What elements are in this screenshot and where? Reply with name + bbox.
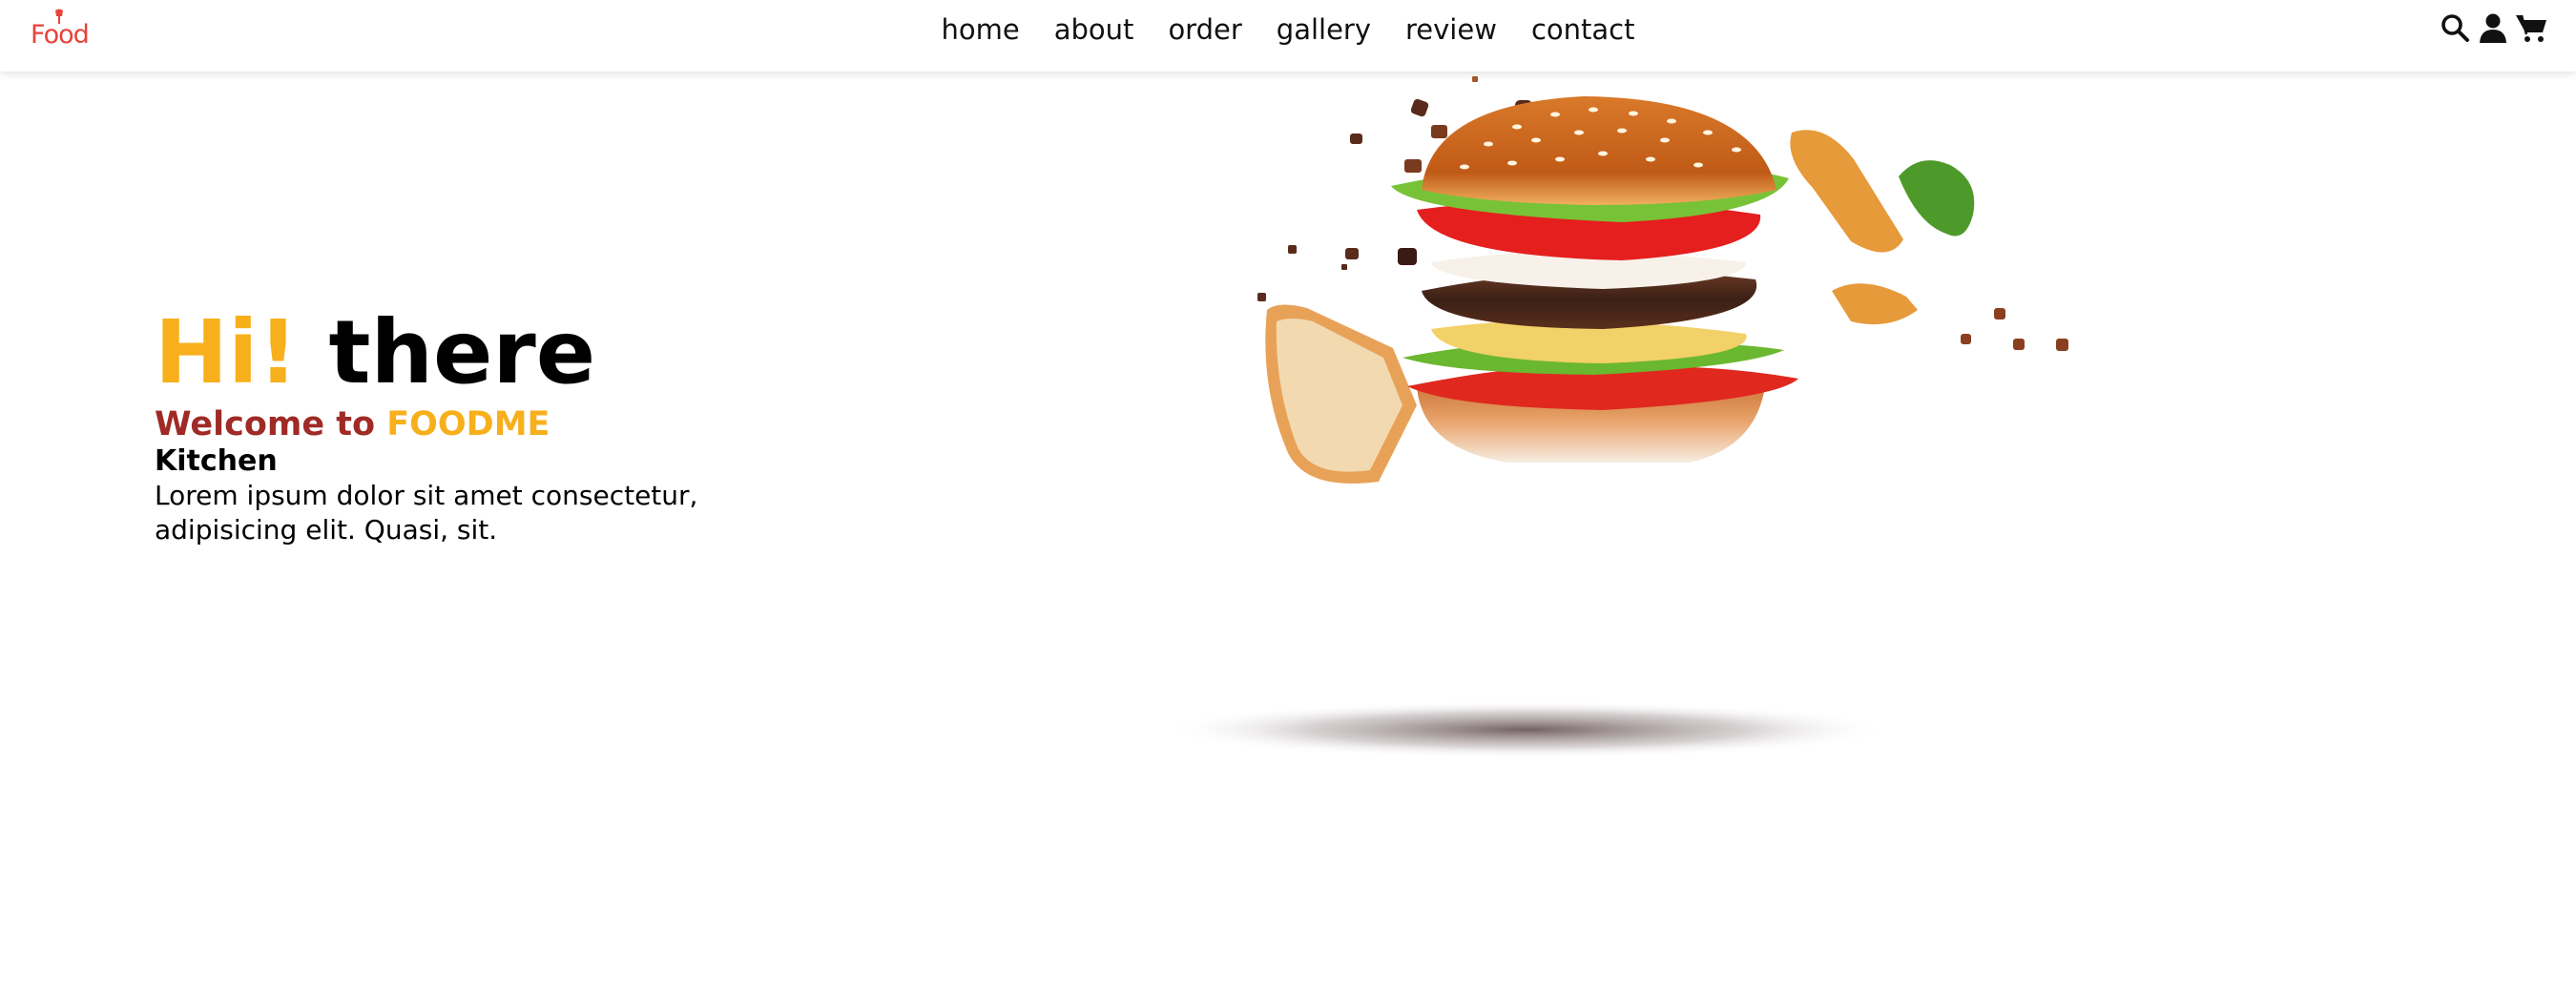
- hero-section: Hi! there Welcome to FOODME Kitchen Lore…: [155, 303, 822, 547]
- welcome-line: Welcome to FOODME: [155, 404, 822, 444]
- nav-gallery[interactable]: gallery: [1277, 13, 1371, 46]
- welcome-prefix: Welcome to: [155, 405, 376, 443]
- hero-title-highlight: Hi!: [155, 301, 299, 403]
- logo[interactable]: Food: [31, 7, 95, 54]
- burger-image: [1088, 72, 2099, 777]
- header-icons: [2439, 11, 2547, 44]
- nav-review[interactable]: review: [1405, 13, 1497, 46]
- search-icon[interactable]: [2439, 11, 2471, 44]
- cart-icon[interactable]: [2515, 11, 2547, 44]
- nav-about[interactable]: about: [1054, 13, 1134, 46]
- hero-description: Lorem ipsum dolor sit amet consectetur, …: [155, 480, 698, 546]
- user-icon[interactable]: [2477, 11, 2509, 44]
- hero-title-rest: there: [328, 301, 596, 403]
- logo-text: Food: [31, 20, 90, 50]
- nav-order[interactable]: order: [1168, 13, 1241, 46]
- hero-title: Hi! there: [155, 303, 822, 402]
- main-nav: home about order gallery review contact: [0, 0, 2576, 59]
- site-header: Food home about order gallery review con…: [0, 0, 2576, 72]
- nav-contact[interactable]: contact: [1531, 13, 1635, 46]
- nav-home[interactable]: home: [942, 13, 1020, 46]
- kitchen-label: Kitchen: [155, 444, 278, 478]
- welcome-brand: FOODME: [386, 405, 551, 443]
